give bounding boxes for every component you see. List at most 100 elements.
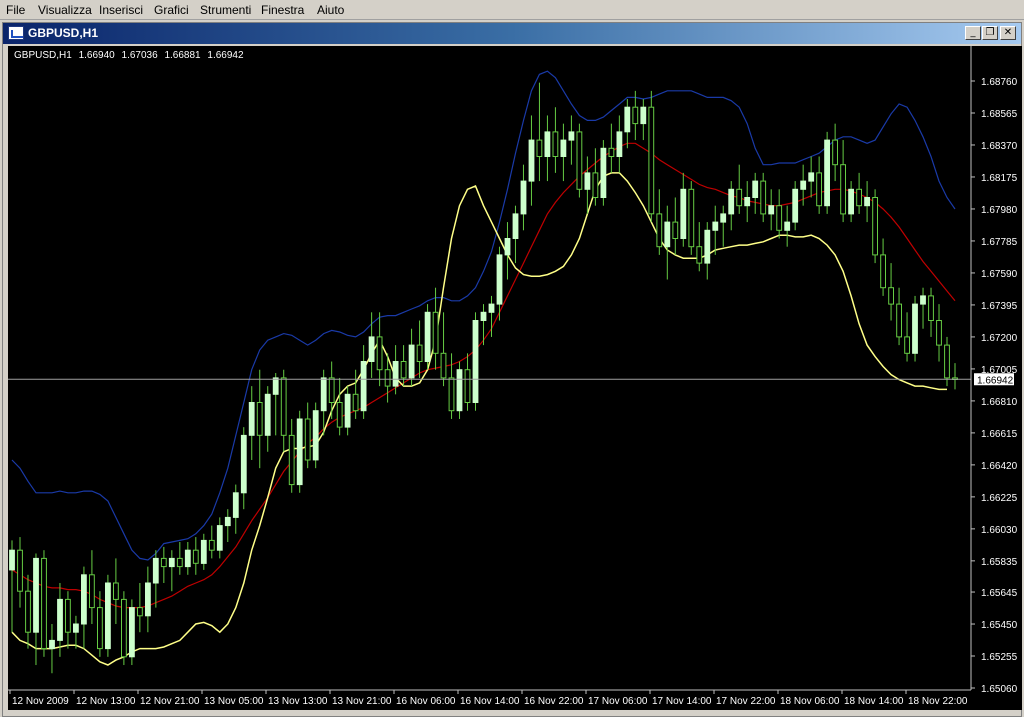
menu-strumenti[interactable]: Strumenti — [200, 3, 251, 17]
chart-window-title: GBPUSD,H1 — [28, 26, 99, 40]
price-tick-label: 1.67395 — [981, 301, 1018, 312]
minimize-icon[interactable]: _ — [965, 26, 981, 40]
bear-candle — [880, 254, 887, 289]
bear-candle — [936, 320, 942, 346]
bull-candle — [640, 106, 647, 125]
time-tick-label: 18 Nov 22:00 — [908, 696, 968, 707]
time-tick-label: 13 Nov 21:00 — [332, 696, 392, 707]
menu-grafici[interactable]: Grafici — [154, 3, 189, 17]
bull-candle — [864, 197, 871, 207]
price-tick-label: 1.68370 — [981, 141, 1018, 152]
bear-candle — [872, 197, 879, 256]
price-tick-label: 1.67590 — [981, 269, 1018, 280]
chart-canvas[interactable]: 1.68760 1.68565 1.68370 1.68175 1.67980 1.677… — [8, 46, 1022, 710]
menu-aiuto[interactable]: Aiuto — [317, 3, 344, 17]
bear-candle — [41, 557, 47, 650]
bull-candle — [472, 320, 479, 403]
bull-candle — [480, 311, 487, 321]
bull-candle — [312, 410, 319, 461]
bear-candle — [856, 188, 863, 207]
bear-candle — [688, 188, 695, 248]
bear-candle — [352, 393, 359, 412]
bull-candle — [584, 172, 591, 190]
bull-candle — [920, 295, 926, 305]
bull-candle — [824, 139, 831, 207]
bear-candle — [608, 147, 615, 158]
price-chart[interactable]: 1.68760 1.68565 1.68370 1.68175 1.67980 1.677… — [8, 46, 1022, 710]
bull-candle — [49, 639, 55, 650]
price-tick-label: 1.67785 — [981, 237, 1018, 248]
price-tick-label: 1.66030 — [981, 525, 1018, 536]
bull-candle — [129, 607, 135, 658]
menu-visualizza[interactable]: Visualizza — [38, 3, 92, 17]
bull-candle — [248, 402, 255, 436]
bear-candle — [384, 369, 391, 387]
bull-candle — [600, 147, 607, 199]
bull-candle — [216, 525, 223, 551]
bull-candle — [544, 131, 551, 158]
price-tick-label: 1.67980 — [981, 205, 1018, 216]
bull-candle — [224, 516, 231, 527]
bear-candle — [760, 180, 767, 215]
bear-candle — [288, 434, 295, 486]
price-tick-label: 1.68175 — [981, 173, 1018, 184]
bull-candle — [240, 434, 247, 494]
bull-candle — [504, 238, 511, 256]
bear-candle — [25, 590, 31, 633]
bear-candle — [304, 418, 311, 461]
bull-candle — [800, 180, 807, 190]
price-tick-label: 1.65835 — [981, 557, 1018, 568]
bull-candle — [512, 213, 519, 239]
chart-window-titlebar[interactable]: GBPUSD,H1 _ ❐ ✕ — [3, 23, 1021, 44]
menu-file[interactable]: File — [6, 3, 25, 17]
menu-finestra[interactable]: Finestra — [261, 3, 304, 17]
chart-symbol: GBPUSD,H1 — [14, 50, 72, 61]
time-tick-label: 12 Nov 13:00 — [76, 696, 136, 707]
price-tick-label: 1.67200 — [981, 333, 1018, 344]
menu-inserisci[interactable]: Inserisci — [99, 3, 143, 17]
middle-band-line — [11, 142, 956, 609]
bull-candle — [73, 623, 79, 633]
bull-candle — [496, 254, 503, 305]
bull-candle — [105, 582, 111, 650]
restore-icon[interactable]: ❐ — [982, 26, 998, 40]
chart-close: 1.66942 — [207, 50, 244, 61]
time-tick-label: 16 Nov 06:00 — [396, 696, 456, 707]
bear-candle — [840, 164, 847, 215]
bull-candle — [344, 393, 351, 428]
bear-candle — [696, 246, 703, 264]
price-tick-label: 1.66225 — [981, 493, 1018, 504]
bull-candle — [320, 377, 327, 412]
bear-candle — [400, 361, 407, 379]
bull-candle — [616, 131, 623, 158]
bear-candle — [176, 557, 183, 568]
bull-candle — [528, 139, 535, 182]
bull-candle — [808, 172, 815, 182]
bear-candle — [89, 574, 95, 609]
price-tick-label: 1.66615 — [981, 429, 1018, 440]
bull-candle — [184, 549, 191, 568]
bull-candle — [488, 303, 495, 313]
bull-candle — [408, 344, 415, 379]
bear-candle — [208, 539, 215, 551]
bear-candle — [440, 352, 447, 379]
bear-candle — [776, 205, 783, 231]
close-icon[interactable]: ✕ — [1000, 26, 1016, 40]
bear-candle — [113, 582, 119, 600]
time-tick-label: 17 Nov 14:00 — [652, 696, 712, 707]
bear-candle — [656, 213, 663, 248]
chart-open: 1.66940 — [78, 50, 115, 61]
bear-candle — [160, 557, 167, 568]
bear-candle — [280, 377, 287, 436]
bull-candle — [168, 557, 175, 568]
price-tick-label: 1.65645 — [981, 588, 1018, 599]
bear-candle — [432, 311, 439, 354]
price-tick-label: 1.65255 — [981, 652, 1018, 663]
bull-candle — [784, 221, 791, 231]
time-tick-label: 18 Nov 14:00 — [844, 696, 904, 707]
bull-candle — [368, 336, 375, 362]
bull-candle — [272, 377, 279, 395]
bull-candle — [624, 106, 631, 133]
bull-candle — [664, 221, 671, 248]
lower-band-line — [11, 172, 947, 666]
